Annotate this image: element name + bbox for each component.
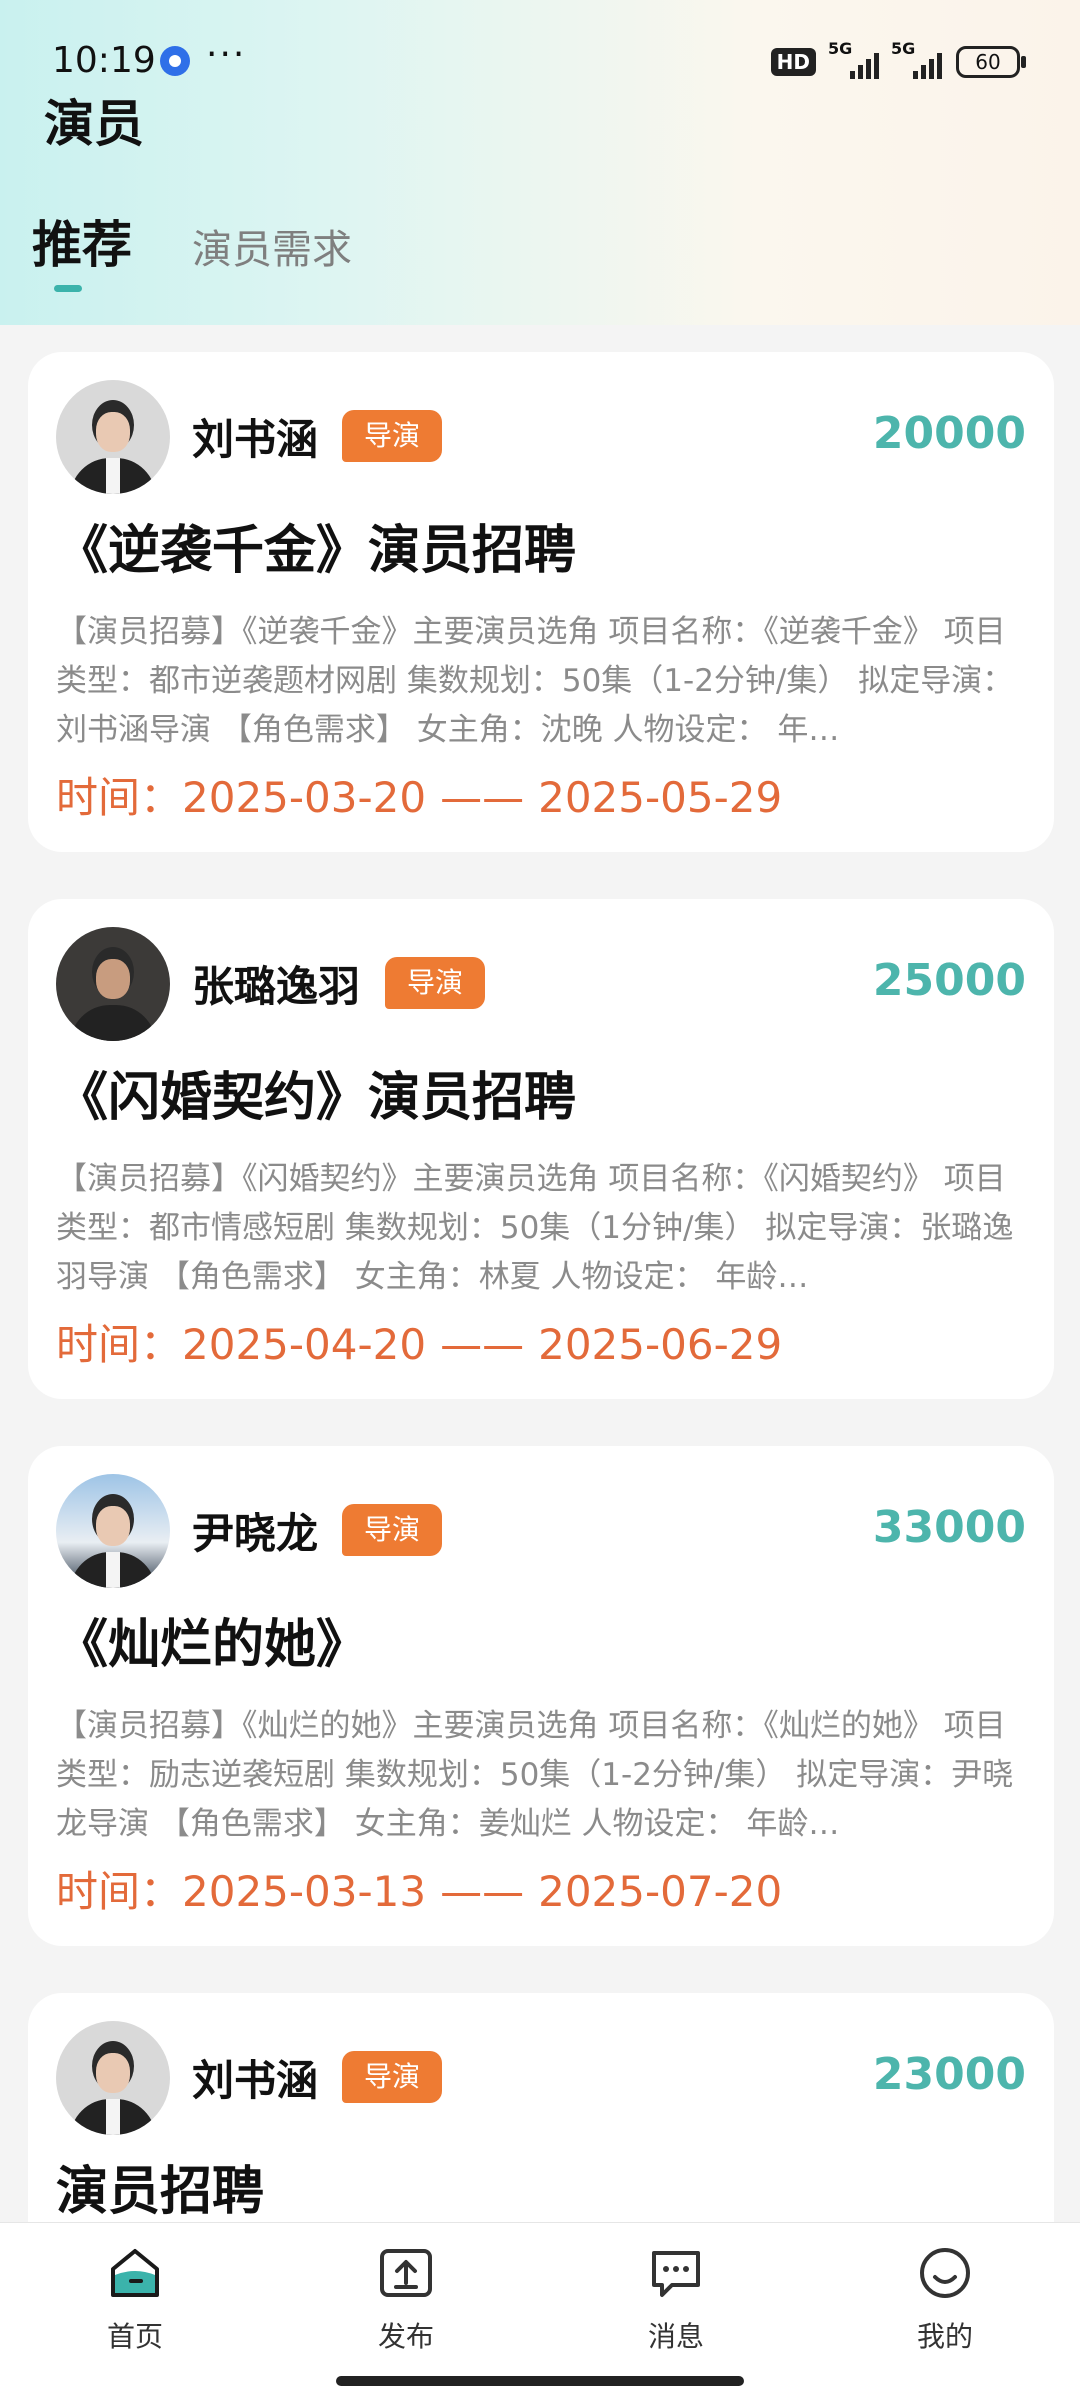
author-name: 刘书涵	[192, 415, 319, 464]
nav-messages[interactable]: 消息	[596, 2245, 756, 2355]
post-time: 时间：2025-03-13 —— 2025-07-20	[56, 1867, 783, 1916]
page-title: 演员	[44, 95, 144, 153]
nav-label: 我的	[916, 2320, 973, 2353]
nav-label: 首页	[106, 2320, 163, 2353]
avatar[interactable]	[56, 380, 170, 494]
nav-label: 发布	[377, 2320, 434, 2353]
role-badge: 导演	[385, 957, 486, 1009]
tab-active-indicator	[54, 285, 82, 292]
avatar[interactable]	[56, 1474, 170, 1588]
nav-publish[interactable]: 发布	[326, 2245, 486, 2355]
header: 10:19 ··· HD 5G 5G 60 演员 推荐 演员需求	[0, 0, 1080, 325]
author-name: 张璐逸羽	[192, 962, 361, 1011]
home-icon	[111, 2249, 159, 2297]
app-indicator-icon	[160, 46, 190, 76]
post-title: 《闪婚契约》演员招聘	[56, 1068, 577, 1128]
author-name: 尹晓龙	[192, 1509, 319, 1558]
status-indicators: HD 5G 5G 60	[770, 39, 1026, 80]
post-title: 《逆袭千金》演员招聘	[56, 521, 577, 581]
post-time: 时间：2025-03-20 —— 2025-05-29	[56, 773, 783, 822]
price: 23000	[872, 2049, 1026, 2100]
role-badge: 导演	[342, 1504, 443, 1556]
post-card[interactable]: 刘书涵 导演 20000 《逆袭千金》演员招聘 【演员招募】《逆袭千金》主要演员…	[28, 352, 1054, 852]
tab-recommend[interactable]: 推荐	[32, 205, 132, 277]
author-name: 刘书涵	[192, 2056, 319, 2105]
role-badge: 导演	[342, 2051, 443, 2103]
avatar[interactable]	[56, 2021, 170, 2135]
signal-icon: 5G	[891, 39, 942, 79]
role-badge: 导演	[342, 410, 443, 462]
post-time: 时间：2025-04-20 —— 2025-06-29	[56, 1320, 783, 1369]
post-card[interactable]: 张璐逸羽 导演 25000 《闪婚契约》演员招聘 【演员招募】《闪婚契约》主要演…	[28, 899, 1054, 1399]
status-bar: 10:19 ··· HD 5G 5G 60	[0, 0, 1080, 120]
post-title: 《灿烂的她》	[56, 1615, 369, 1675]
more-notifications-icon: ···	[206, 34, 247, 75]
avatar[interactable]	[56, 927, 170, 1041]
nav-home[interactable]: 首页	[55, 2245, 215, 2355]
price: 33000	[872, 1502, 1026, 1553]
hd-icon: HD	[770, 48, 816, 76]
profile-icon	[920, 2248, 970, 2298]
post-description: 【演员招募】《灿烂的她》主要演员选角 项目名称：《灿烂的她》 项目类型：励志逆袭…	[56, 1708, 1014, 1842]
post-card[interactable]: 刘书涵 导演 23000 演员招聘	[28, 1993, 1054, 2253]
battery-icon: 60	[956, 46, 1026, 78]
signal-icon: 5G	[828, 39, 879, 79]
post-card[interactable]: 尹晓龙 导演 33000 《灿烂的她》 【演员招募】《灿烂的她》主要演员选角 项…	[28, 1446, 1054, 1946]
upload-icon	[380, 2249, 432, 2297]
post-description: 【演员招募】《逆袭千金》主要演员选角 项目名称：《逆袭千金》 项目类型：都市逆袭…	[56, 614, 1014, 748]
home-indicator	[336, 2376, 744, 2386]
tab-actor-demand[interactable]: 演员需求	[192, 217, 352, 275]
nav-profile[interactable]: 我的	[865, 2245, 1025, 2355]
message-icon	[652, 2251, 700, 2297]
post-title: 演员招聘	[56, 2162, 265, 2222]
price: 20000	[872, 408, 1026, 459]
post-description: 【演员招募】《闪婚契约》主要演员选角 项目名称：《闪婚契约》 项目类型：都市情感…	[56, 1161, 1014, 1295]
nav-label: 消息	[647, 2320, 704, 2353]
status-time: 10:19	[52, 40, 156, 81]
price: 25000	[872, 955, 1026, 1006]
